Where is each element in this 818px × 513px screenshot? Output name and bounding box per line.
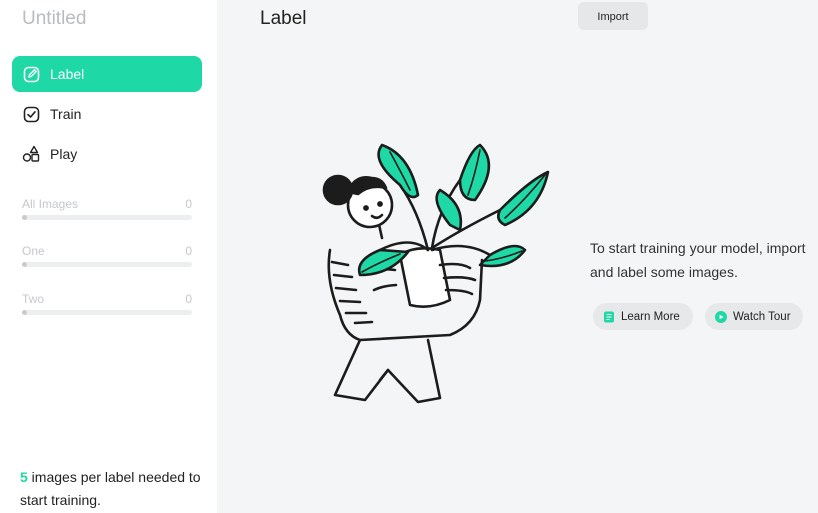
document-icon xyxy=(603,311,615,323)
hint-number: 5 xyxy=(20,469,28,485)
hint-text: images per label needed to start trainin… xyxy=(20,469,201,508)
empty-state-message: To start training your model, import and… xyxy=(590,240,806,280)
label-name: All Images xyxy=(22,197,79,211)
label-progress-bar xyxy=(22,310,192,315)
progress-fill xyxy=(22,310,27,315)
import-button[interactable]: Import xyxy=(578,2,648,30)
nav-item-play[interactable]: Play xyxy=(12,136,202,172)
person-holding-plant-illustration xyxy=(300,140,560,415)
edit-icon xyxy=(22,65,40,83)
label-name: One xyxy=(22,244,45,258)
label-progress-bar xyxy=(22,215,192,220)
nav-label: Play xyxy=(50,146,78,162)
shapes-icon xyxy=(22,145,40,163)
watch-tour-label: Watch Tour xyxy=(733,310,791,323)
label-name: Two xyxy=(22,292,45,306)
watch-tour-button[interactable]: Watch Tour xyxy=(705,303,803,330)
progress-fill xyxy=(22,262,27,267)
label-count: 0 xyxy=(185,244,192,258)
nav-item-label[interactable]: Label xyxy=(12,56,202,92)
learn-more-button[interactable]: Learn More xyxy=(593,303,693,330)
nav-label: Train xyxy=(50,106,82,122)
sidebar: Untitled Label Train Play All Images 0 O… xyxy=(0,0,217,513)
label-count: 0 xyxy=(185,197,192,211)
nav-item-train[interactable]: Train xyxy=(12,96,202,132)
training-hint: 5 images per label needed to start train… xyxy=(20,466,210,512)
progress-fill xyxy=(22,215,27,220)
play-circle-icon xyxy=(715,310,727,323)
learn-more-label: Learn More xyxy=(621,310,680,323)
label-count: 0 xyxy=(185,292,192,306)
page-title: Label xyxy=(260,8,307,29)
nav-label: Label xyxy=(50,66,85,82)
label-progress-bar xyxy=(22,262,192,267)
check-square-icon xyxy=(22,105,40,123)
project-title[interactable]: Untitled xyxy=(22,8,86,30)
